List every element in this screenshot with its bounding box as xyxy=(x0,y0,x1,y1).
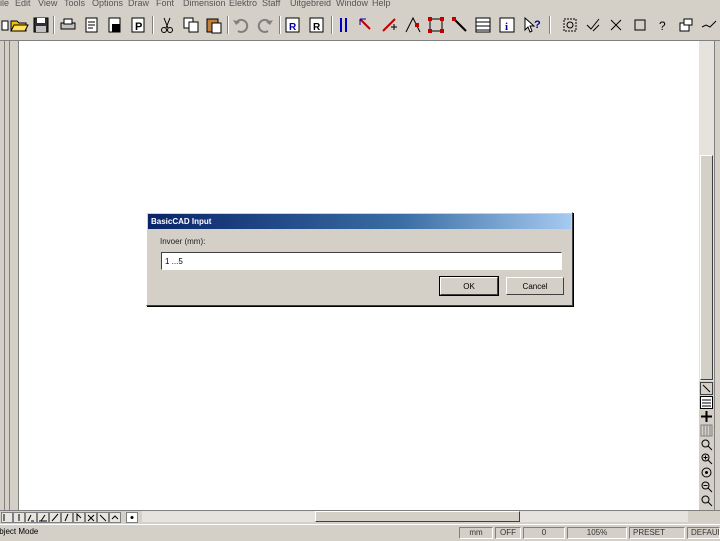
redo-icon[interactable] xyxy=(255,15,275,35)
toolbar-separator xyxy=(53,16,55,34)
tab-icon-5[interactable] xyxy=(49,512,61,523)
toolbar-separator xyxy=(227,16,229,34)
zoom-window-icon[interactable] xyxy=(560,15,580,35)
status-bar: Object Mode mm OFF 0 105% PRESET DEFAULT xyxy=(0,524,720,541)
status-zoom: 105% xyxy=(567,527,627,539)
right-panel-edge xyxy=(714,41,720,510)
dialog-input-field[interactable] xyxy=(161,252,562,270)
svg-text:P: P xyxy=(135,21,142,33)
dialog-prompt-label: Invoer (mm): xyxy=(160,237,206,246)
node-add-icon[interactable] xyxy=(380,15,400,35)
input-dialog: BasicCAD Input Invoer (mm): OK Cancel xyxy=(146,212,573,306)
zoom-all-icon[interactable] xyxy=(700,466,713,479)
cancel-button[interactable]: Cancel xyxy=(506,277,564,295)
square-icon[interactable] xyxy=(630,15,650,35)
tab-icon-active[interactable] xyxy=(126,512,138,523)
list-icon[interactable] xyxy=(473,15,493,35)
svg-text:R: R xyxy=(289,22,297,33)
node-move-icon[interactable] xyxy=(403,15,423,35)
tab-icon-6[interactable] xyxy=(61,512,73,523)
svg-text:R: R xyxy=(313,22,321,33)
arrow-node-icon[interactable] xyxy=(356,15,376,35)
save-icon[interactable] xyxy=(31,15,51,35)
zoom-icon[interactable] xyxy=(700,438,713,451)
main-toolbar: P R R i ? ? xyxy=(0,10,720,41)
tab-icon-7[interactable] xyxy=(73,512,85,523)
status-units: mm xyxy=(459,527,493,539)
toolbar-separator xyxy=(331,16,333,34)
svg-text:i: i xyxy=(505,21,508,33)
grid-icon[interactable] xyxy=(700,424,713,437)
paste-icon[interactable] xyxy=(204,15,224,35)
checkmark-icon[interactable] xyxy=(699,15,719,35)
menu-options[interactable]: Options xyxy=(92,0,123,8)
open-folder-icon[interactable] xyxy=(9,15,29,35)
undo-icon[interactable] xyxy=(231,15,251,35)
help-cursor-icon[interactable]: ? xyxy=(522,15,542,35)
status-mode: Object Mode xyxy=(0,527,39,536)
tab-icon-10[interactable] xyxy=(109,512,121,523)
print-icon[interactable] xyxy=(58,15,78,35)
status-snap: OFF xyxy=(495,527,521,539)
status-value: 0 xyxy=(523,527,565,539)
rectangle-select-icon[interactable] xyxy=(426,15,446,35)
tab-icon-8[interactable] xyxy=(85,512,97,523)
ok-button[interactable]: OK xyxy=(439,276,499,296)
toolbar-separator xyxy=(549,16,551,34)
properties-r2-icon[interactable]: R xyxy=(307,15,327,35)
svg-text:?: ? xyxy=(659,19,666,33)
status-layer: DEFAULT xyxy=(687,527,720,539)
menu-staff[interactable]: Staff xyxy=(262,0,280,8)
zoom-in-icon[interactable] xyxy=(700,452,713,465)
svg-text:?: ? xyxy=(534,19,541,31)
right-tool-column xyxy=(699,381,714,510)
info-icon[interactable]: i xyxy=(497,15,517,35)
tab-icon-9[interactable] xyxy=(97,512,109,523)
page-setup-icon[interactable] xyxy=(105,15,125,35)
close-x-icon[interactable] xyxy=(606,15,626,35)
layers-icon[interactable] xyxy=(676,15,696,35)
page-setup-p-icon[interactable]: P xyxy=(128,15,148,35)
tab-icon-3[interactable] xyxy=(25,512,37,523)
list-lines-icon[interactable] xyxy=(700,396,713,409)
copy-icon[interactable] xyxy=(181,15,201,35)
zoom-out-icon[interactable] xyxy=(700,480,713,493)
question-icon[interactable]: ? xyxy=(653,15,673,35)
properties-r-icon[interactable]: R xyxy=(283,15,303,35)
dialog-title-bar[interactable]: BasicCAD Input xyxy=(148,214,571,229)
menu-bar: ile Edit View Tools Options Draw Font Di… xyxy=(0,0,720,10)
status-preset: PRESET xyxy=(629,527,685,539)
layer-down-icon[interactable] xyxy=(700,382,713,395)
menu-view[interactable]: View xyxy=(38,0,57,8)
menu-help[interactable]: Help xyxy=(372,0,391,8)
menu-dimension[interactable]: Dimension xyxy=(183,0,226,8)
tab-icon-4[interactable] xyxy=(37,512,49,523)
menu-edit[interactable]: Edit xyxy=(15,0,31,8)
zoom-prev-icon[interactable] xyxy=(700,494,713,507)
crosshair-icon[interactable] xyxy=(700,410,713,423)
menu-elektro[interactable]: Elektro xyxy=(229,0,257,8)
menu-window[interactable]: Window xyxy=(336,0,368,8)
horizontal-scroll-thumb[interactable] xyxy=(315,511,520,522)
toolbar-separator xyxy=(279,16,281,34)
vertical-bars-icon[interactable] xyxy=(334,15,354,35)
print-preview-icon[interactable] xyxy=(82,15,102,35)
tab-icon-2[interactable] xyxy=(13,512,25,523)
menu-tools[interactable]: Tools xyxy=(64,0,85,8)
toolbar-separator xyxy=(152,16,154,34)
menu-uitgebreid[interactable]: Uitgebreid xyxy=(290,0,331,8)
line-tool-icon[interactable] xyxy=(450,15,470,35)
vertical-scroll-thumb[interactable] xyxy=(700,155,713,380)
left-rail xyxy=(0,41,18,510)
menu-font[interactable]: Font xyxy=(156,0,174,8)
cut-icon[interactable] xyxy=(157,15,177,35)
menu-draw[interactable]: Draw xyxy=(128,0,149,8)
menu-file[interactable]: ile xyxy=(0,0,9,8)
zoom-fit-icon[interactable] xyxy=(583,15,603,35)
tab-icon-1[interactable] xyxy=(1,512,13,523)
